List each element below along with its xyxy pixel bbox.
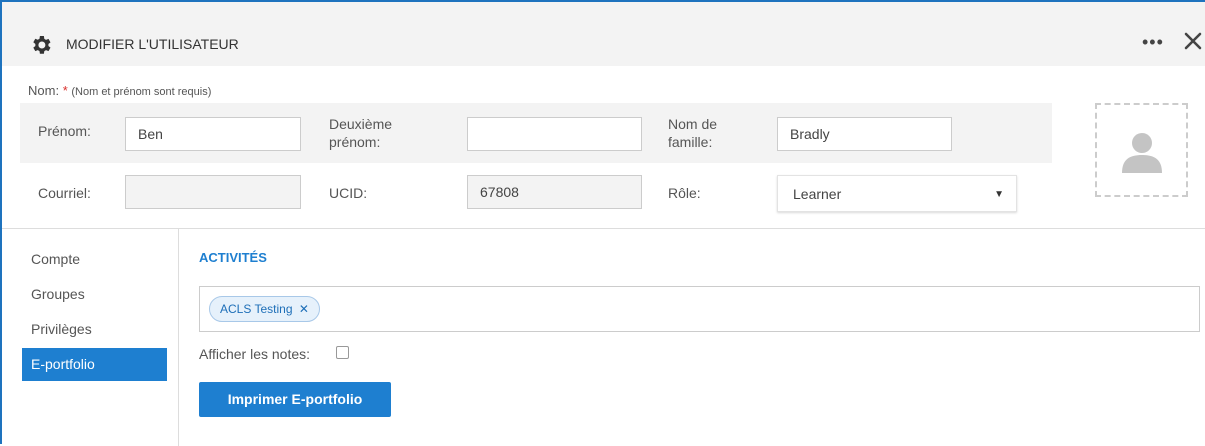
chevron-down-icon: ▼ bbox=[994, 189, 1004, 200]
middle-name-label-line1: Deuxième bbox=[329, 116, 393, 132]
middle-name-label-line2: prénom: bbox=[329, 134, 381, 150]
show-notes-checkbox[interactable] bbox=[336, 346, 349, 359]
edit-user-dialog: MODIFIER L'UTILISATEUR ••• Nom: * (Nom e… bbox=[0, 0, 1205, 446]
role-select[interactable]: Learner ▼ bbox=[777, 175, 1017, 212]
show-notes-label: Afficher les notes: bbox=[199, 346, 311, 362]
role-select-value: Learner bbox=[793, 186, 842, 202]
sidebar-item-e-portfolio[interactable]: E-portfolio bbox=[22, 348, 167, 381]
remove-tag-icon[interactable]: ✕ bbox=[299, 302, 309, 316]
close-icon[interactable] bbox=[1182, 30, 1204, 52]
ucid-field[interactable]: 67808 bbox=[467, 175, 642, 209]
activities-tag-input[interactable]: ACLS Testing ✕ bbox=[199, 286, 1200, 332]
email-label: Courriel: bbox=[38, 185, 91, 201]
name-label-text: Nom: bbox=[28, 83, 60, 98]
gear-icon bbox=[33, 36, 51, 54]
last-name-label-line1: Nom de bbox=[668, 116, 718, 132]
last-name-label-line2: famille: bbox=[668, 134, 713, 150]
more-options-icon[interactable]: ••• bbox=[1142, 32, 1164, 53]
sidebar-item-groupes[interactable]: Groupes bbox=[22, 278, 167, 311]
sidebar-item-compte[interactable]: Compte bbox=[22, 243, 167, 276]
name-label: Nom: * (Nom et prénom sont requis) bbox=[28, 83, 211, 98]
ucid-label: UCID: bbox=[329, 185, 368, 201]
activity-tag-label: ACLS Testing bbox=[220, 302, 293, 316]
activity-tag: ACLS Testing ✕ bbox=[209, 296, 320, 322]
last-name-label: Nom de famille: bbox=[668, 115, 717, 151]
first-name-label: Prénom: bbox=[38, 123, 91, 139]
middle-name-field[interactable] bbox=[467, 117, 642, 151]
sidebar-item-privileges[interactable]: Privilèges bbox=[22, 313, 167, 346]
email-field[interactable] bbox=[125, 175, 301, 209]
avatar-placeholder[interactable] bbox=[1095, 103, 1188, 197]
dialog-title: MODIFIER L'UTILISATEUR bbox=[66, 36, 239, 52]
required-mark: * bbox=[62, 83, 68, 98]
middle-name-label: Deuxième prénom: bbox=[329, 115, 392, 151]
section-divider bbox=[2, 228, 1205, 229]
activities-title: ACTIVITÉS bbox=[199, 250, 267, 265]
dialog-header: MODIFIER L'UTILISATEUR ••• bbox=[2, 2, 1205, 66]
sidebar: Compte Groupes Privilèges E-portfolio bbox=[2, 229, 179, 446]
print-e-portfolio-button[interactable]: Imprimer E-portfolio bbox=[199, 382, 391, 417]
name-hint: (Nom et prénom sont requis) bbox=[71, 86, 212, 98]
first-name-field[interactable]: Ben bbox=[125, 117, 301, 151]
last-name-field[interactable]: Bradly bbox=[777, 117, 952, 151]
user-placeholder-icon bbox=[1122, 133, 1162, 173]
role-label: Rôle: bbox=[668, 185, 701, 201]
